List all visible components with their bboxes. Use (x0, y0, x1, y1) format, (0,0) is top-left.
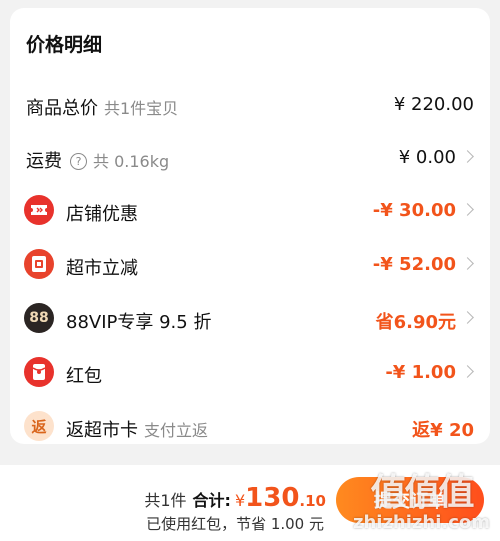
row-label: 88VIP专享 9.5 折 (66, 312, 212, 333)
watermark-url: zhizhizhi.com (352, 512, 490, 533)
row-supermarket-discount[interactable]: 超市立减 -¥ 52.00 (10, 245, 490, 285)
goods-total-value: ¥ 220.00 (393, 94, 474, 115)
rebate-icon: 返 (24, 411, 54, 441)
chevron-right-icon (461, 311, 474, 324)
row-label: 运费? 共 0.16kg (26, 151, 170, 172)
currency-symbol: ¥ (234, 491, 246, 510)
help-icon[interactable]: ? (70, 153, 87, 170)
watermark-logo: 值值值 (370, 472, 474, 513)
shipping-value: ¥ 0.00 (398, 147, 456, 168)
store-discount-value: -¥ 30.00 (372, 200, 456, 221)
row-88vip[interactable]: 88 88VIP专享 9.5 折 省6.90元 (10, 299, 490, 339)
row-label: 超市立减 (66, 258, 138, 279)
row-rebate-card: 返 返超市卡 支付立返 返¥ 20 (10, 407, 490, 447)
chevron-right-icon (461, 257, 474, 270)
row-sub: 支付立返 (144, 421, 209, 440)
row-label: 红包 (66, 366, 102, 387)
rebate-value: 返¥ 20 (412, 420, 474, 441)
red-packet-value: -¥ 1.00 (385, 362, 456, 383)
row-label: 返超市卡 支付立返 (66, 420, 209, 441)
supermarket-discount-value: -¥ 52.00 (372, 254, 456, 275)
price-detail-card: 价格明细 商品总价 共1件宝贝 ¥ 220.00 运费? 共 0.16kg ¥ 0.… (10, 8, 490, 444)
row-sub: 共 0.16kg (93, 152, 170, 171)
row-goods-total: 商品总价 共1件宝贝 ¥ 220.00 (10, 85, 490, 125)
coupon-ticket-icon (24, 195, 54, 225)
total-amount-dec: .10 (299, 492, 326, 510)
watermark: 值值值 zhizhizhi.com (353, 473, 490, 533)
total-label: 合计: (192, 491, 231, 510)
item-count: 共1件 (144, 491, 187, 510)
row-sub: 共1件宝贝 (104, 99, 179, 118)
row-label: 店铺优惠 (66, 204, 138, 225)
row-store-discount[interactable]: 店铺优惠 -¥ 30.00 (10, 191, 490, 231)
card-title: 价格明细 (26, 34, 103, 56)
chevron-right-icon (461, 203, 474, 216)
vip-88-icon: 88 (24, 303, 54, 333)
supermarket-discount-icon (24, 249, 54, 279)
savings-note: 已使用红包，节省 1.00 元 (146, 515, 324, 533)
chevron-right-icon (461, 365, 474, 378)
total-line: 共1件 合计: ¥130.10 (144, 483, 326, 513)
vip-savings-value: 省6.90元 (375, 312, 456, 333)
row-shipping[interactable]: 运费? 共 0.16kg ¥ 0.00 (10, 138, 490, 178)
red-envelope-icon (24, 357, 54, 387)
row-label: 商品总价 共1件宝贝 (26, 98, 179, 119)
chevron-right-icon (461, 150, 474, 163)
total-amount-int: 130 (245, 483, 300, 513)
row-red-packet[interactable]: 红包 -¥ 1.00 (10, 353, 490, 393)
